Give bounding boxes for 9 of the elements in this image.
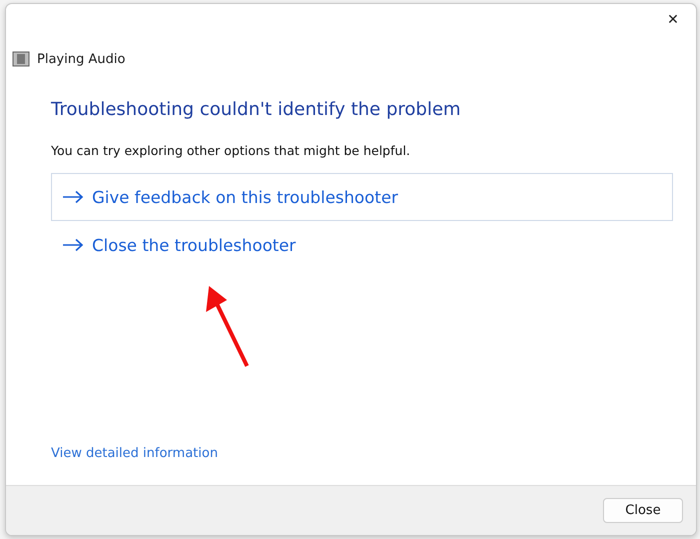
details-link[interactable]: View detailed information <box>51 446 218 461</box>
close-button[interactable]: Close <box>603 498 683 523</box>
arrow-icon <box>62 238 84 252</box>
arrow-icon <box>62 190 84 204</box>
description: You can try exploring other options that might be helpful. <box>51 143 412 158</box>
heading: Troubleshooting couldn't identify the problem <box>51 99 462 120</box>
option-link[interactable]: Give feedback on this troubleshooter <box>51 173 673 221</box>
option-link[interactable]: Close the troubleshooter <box>51 221 673 269</box>
window-title: Playing Audio <box>37 52 126 66</box>
